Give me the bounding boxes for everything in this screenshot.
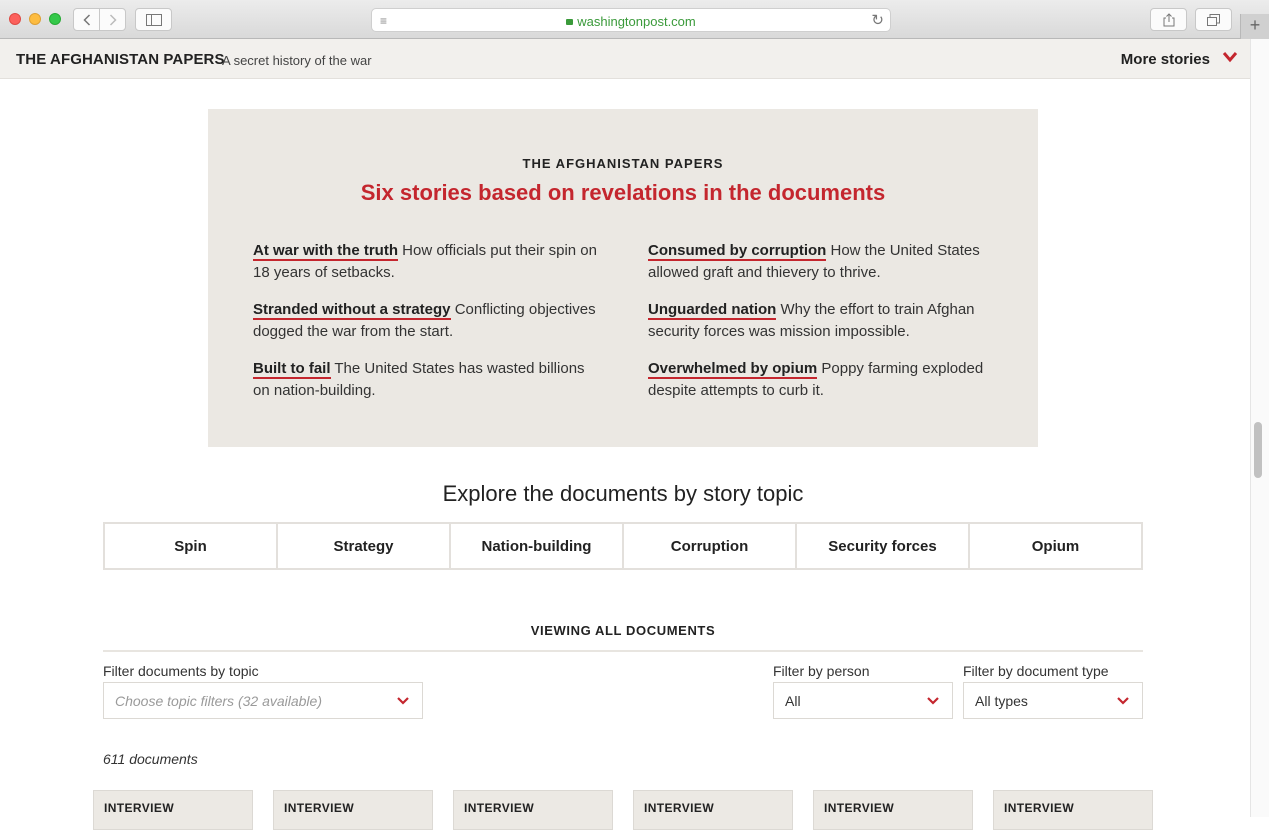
chevron-down-icon <box>927 697 939 705</box>
tab-spin[interactable]: Spin <box>105 524 278 568</box>
stories-kicker: THE AFGHANISTAN PAPERS <box>522 156 724 171</box>
topic-filter-placeholder: Choose topic filters (32 available) <box>115 693 322 709</box>
chevron-down-icon <box>1117 697 1129 705</box>
share-icon <box>1163 12 1174 26</box>
stories-headline: Six stories based on revelations in the … <box>360 180 886 205</box>
tabs-overview-button[interactable] <box>1195 8 1232 31</box>
forward-button[interactable] <box>99 8 126 31</box>
close-window-button[interactable] <box>9 13 21 25</box>
story-link[interactable]: Stranded without a strategy <box>253 301 451 320</box>
story-link[interactable]: At war with the truth <box>253 242 398 261</box>
document-card[interactable]: INTERVIEW <box>93 790 253 830</box>
address-bar[interactable]: ≡ washingtonpost.com ↻ <box>371 8 891 32</box>
document-card[interactable]: INTERVIEW <box>813 790 973 830</box>
series-subtitle: A secret history of the war <box>222 53 372 68</box>
story-item: Built to fail The United States has wast… <box>253 358 598 402</box>
tabs-icon <box>1207 13 1220 26</box>
tab-nation-building[interactable]: Nation-building <box>451 524 624 568</box>
back-button[interactable] <box>73 8 100 31</box>
document-card[interactable]: INTERVIEW <box>633 790 793 830</box>
story-link[interactable]: Consumed by corruption <box>648 242 827 261</box>
type-filter-select[interactable]: All types <box>963 682 1143 719</box>
document-type: INTERVIEW <box>104 801 175 815</box>
document-type: INTERVIEW <box>284 801 355 815</box>
document-count: 611 documents <box>103 751 198 767</box>
scrollbar-thumb[interactable] <box>1254 422 1262 478</box>
explore-heading: Explore the documents by story topic <box>442 481 804 506</box>
minimize-window-button[interactable] <box>29 13 41 25</box>
document-type: INTERVIEW <box>824 801 895 815</box>
person-filter-label: Filter by person <box>773 663 870 679</box>
topic-tabs: Spin Strategy Nation-building Corruption… <box>103 522 1143 570</box>
chevron-down-icon[interactable] <box>1222 49 1238 65</box>
sidebar-toggle-button[interactable] <box>135 8 172 31</box>
share-button[interactable] <box>1150 8 1187 31</box>
type-filter-value: All types <box>975 693 1028 709</box>
story-item: At war with the truth How officials put … <box>253 240 598 284</box>
site-header: THE AFGHANISTAN PAPERS A secret history … <box>0 39 1250 79</box>
reload-icon[interactable]: ↻ <box>871 11 884 29</box>
stories-panel: THE AFGHANISTAN PAPERS Six stories based… <box>208 109 1038 447</box>
topic-filter-label: Filter documents by topic <box>103 663 259 679</box>
story-item: Unguarded nation Why the effort to train… <box>648 299 993 343</box>
person-filter-value: All <box>785 693 801 709</box>
topic-filter-select[interactable]: Choose topic filters (32 available) <box>103 682 423 719</box>
story-item: Stranded without a strategy Conflicting … <box>253 299 598 343</box>
story-item: Overwhelmed by opium Poppy farming explo… <box>648 358 993 402</box>
zoom-window-button[interactable] <box>49 13 61 25</box>
document-card[interactable]: INTERVIEW <box>273 790 433 830</box>
document-type: INTERVIEW <box>644 801 715 815</box>
browser-toolbar: ≡ washingtonpost.com ↻ + <box>0 0 1269 39</box>
story-link[interactable]: Unguarded nation <box>648 301 777 320</box>
document-type: INTERVIEW <box>1004 801 1075 815</box>
tab-corruption[interactable]: Corruption <box>624 524 797 568</box>
tab-security-forces[interactable]: Security forces <box>797 524 970 568</box>
sidebar-icon <box>145 13 162 26</box>
story-item: Consumed by corruption How the United St… <box>648 240 993 284</box>
divider <box>103 650 1143 652</box>
story-link[interactable]: Built to fail <box>253 360 331 379</box>
more-stories-button[interactable]: More stories <box>1121 51 1210 68</box>
new-tab-button[interactable]: + <box>1240 14 1269 39</box>
url-text: washingtonpost.com <box>577 14 696 29</box>
chevron-left-icon <box>82 13 90 26</box>
document-card[interactable]: INTERVIEW <box>453 790 613 830</box>
chevron-right-icon <box>109 13 117 26</box>
tab-opium[interactable]: Opium <box>970 524 1141 568</box>
story-link[interactable]: Overwhelmed by opium <box>648 360 818 379</box>
type-filter-label: Filter by document type <box>963 663 1109 679</box>
document-type: INTERVIEW <box>464 801 535 815</box>
document-card[interactable]: INTERVIEW <box>993 790 1153 830</box>
lock-icon <box>566 19 574 25</box>
series-title[interactable]: THE AFGHANISTAN PAPERS <box>16 51 225 68</box>
viewing-label: VIEWING ALL DOCUMENTS <box>530 623 716 638</box>
tab-strategy[interactable]: Strategy <box>278 524 451 568</box>
chevron-down-icon <box>397 697 409 705</box>
person-filter-select[interactable]: All <box>773 682 953 719</box>
